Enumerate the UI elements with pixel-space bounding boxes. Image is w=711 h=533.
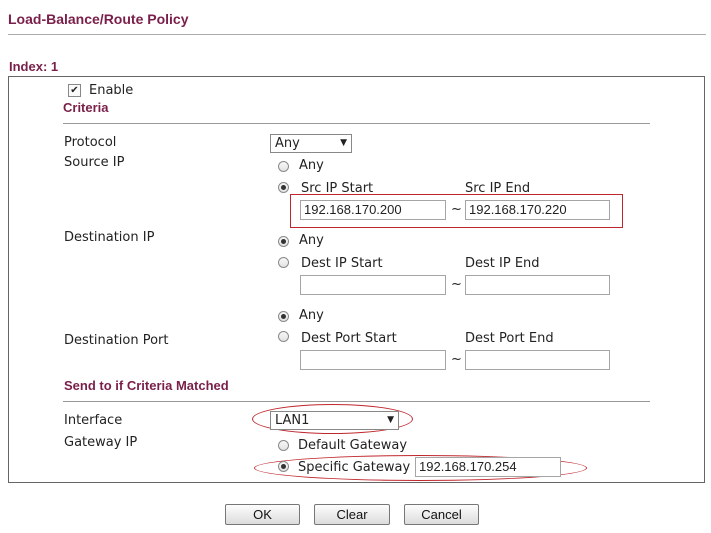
protocol-select-value: Any [275,136,300,151]
title-divider [8,34,706,35]
enable-checkbox[interactable]: ✔ [68,84,81,97]
dest-ip-range-tilde: ~ [451,277,462,292]
dest-port-range-tilde: ~ [451,352,462,367]
page-title: Load-Balance/Route Policy [8,11,189,27]
criteria-divider [63,123,650,124]
send-to-divider [63,401,650,402]
destination-ip-any-radio[interactable] [278,236,289,247]
criteria-title: Criteria [63,100,109,115]
src-ip-start-input[interactable]: 192.168.170.200 [300,200,446,220]
default-gateway-radio[interactable] [278,440,289,451]
specific-gateway-label: Specific Gateway [298,460,411,475]
chevron-down-icon: ▼ [340,138,347,148]
dest-port-end-input[interactable] [465,350,610,370]
source-ip-any-label: Any [299,158,324,173]
dest-ip-end-input[interactable] [465,275,610,295]
destination-port-any-radio[interactable] [278,311,289,322]
interface-select[interactable]: LAN1 ▼ [270,411,399,430]
gateway-ip-label: Gateway IP [64,435,138,450]
dest-ip-start-input[interactable] [300,275,446,295]
send-to-title: Send to if Criteria Matched [64,378,229,393]
dest-port-end-label: Dest Port End [465,331,554,346]
dest-port-start-input[interactable] [300,350,446,370]
destination-port-label: Destination Port [64,333,169,348]
clear-button[interactable]: Clear [314,504,390,525]
cancel-button[interactable]: Cancel [404,504,479,525]
default-gateway-label: Default Gateway [298,438,408,453]
source-ip-range-radio[interactable] [278,182,289,193]
destination-ip-range-radio[interactable] [278,257,289,268]
interface-label: Interface [64,413,123,428]
destination-ip-any-label: Any [299,233,324,248]
dest-ip-end-label: Dest IP End [465,256,540,271]
destination-port-any-label: Any [299,308,324,323]
destination-ip-label: Destination IP [64,230,155,245]
interface-select-value: LAN1 [275,413,310,428]
dest-ip-start-label: Dest IP Start [301,256,383,271]
source-ip-any-radio[interactable] [278,161,289,172]
protocol-select[interactable]: Any ▼ [270,134,352,153]
src-ip-range-tilde: ~ [451,202,462,217]
enable-label: Enable [89,83,134,98]
ok-button[interactable]: OK [225,504,300,525]
destination-port-range-radio[interactable] [278,331,289,342]
protocol-label: Protocol [64,135,117,150]
specific-gateway-radio[interactable] [278,461,289,472]
chevron-down-icon: ▼ [387,415,394,425]
index-label: Index: 1 [9,59,59,74]
src-ip-end-input[interactable]: 192.168.170.220 [465,200,610,220]
specific-gateway-input[interactable]: 192.168.170.254 [415,457,561,477]
dest-port-start-label: Dest Port Start [301,331,397,346]
source-ip-label: Source IP [64,155,125,170]
